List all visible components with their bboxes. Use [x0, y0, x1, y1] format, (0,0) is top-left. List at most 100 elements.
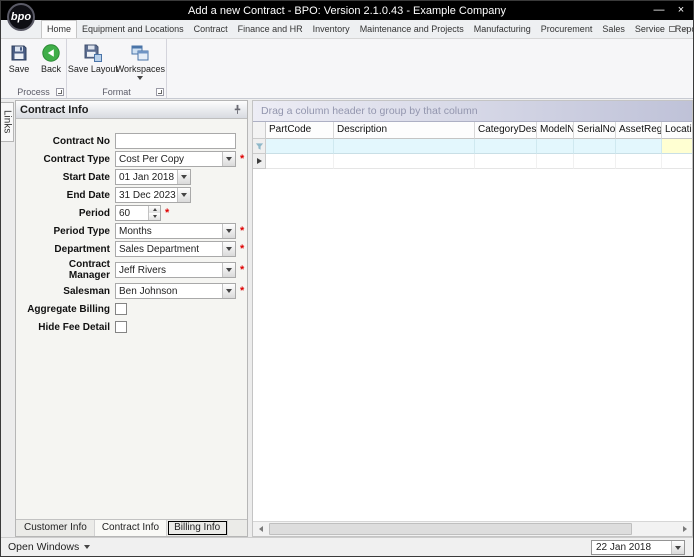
contract-type-dropdown[interactable]: Cost Per Copy	[115, 151, 236, 167]
salesman-dropdown[interactable]: Ben Johnson	[115, 283, 236, 299]
minimize-icon[interactable]: —	[653, 1, 665, 20]
restore-icon[interactable]	[668, 26, 676, 32]
start-date-value: 01 Jan 2018	[119, 171, 175, 183]
period-type-dropdown[interactable]: Months	[115, 223, 236, 239]
ribbon-minimize-icon[interactable]: –	[657, 23, 662, 35]
cell-assetregno[interactable]	[616, 154, 662, 169]
workspaces-dropdown-caret-icon	[137, 76, 144, 80]
scroll-right-icon[interactable]	[677, 522, 692, 536]
filter-cell-assetregno[interactable]	[616, 139, 662, 154]
hide-fee-detail-checkbox[interactable]	[115, 321, 127, 333]
tab-billing-info[interactable]: Billing Info	[167, 520, 229, 536]
filter-cell-partcode[interactable]	[266, 139, 334, 154]
column-header-description[interactable]: Description	[334, 122, 475, 139]
start-date-dropdown[interactable]: 01 Jan 2018	[115, 169, 191, 185]
groupby-hint: Drag a column header to group by that co…	[261, 105, 478, 117]
ribbon-tab-procurement[interactable]: Procurement	[536, 20, 598, 38]
period-label: Period	[78, 207, 110, 219]
end-date-dropdown[interactable]: 31 Dec 2023	[115, 187, 191, 203]
period-spinner[interactable]: 60	[115, 205, 161, 221]
start-date-dropdown-button[interactable]	[177, 170, 190, 184]
aggregate-billing-checkbox[interactable]	[115, 303, 127, 315]
filter-cell-categorydesc[interactable]	[475, 139, 537, 154]
grid-groupby-area[interactable]: Drag a column header to group by that co…	[253, 101, 692, 122]
ribbon-tab-manufacturing[interactable]: Manufacturing	[469, 20, 536, 38]
column-header-partcode[interactable]: PartCode	[266, 122, 334, 139]
column-header-serialno[interactable]: SerialNo	[574, 122, 616, 139]
ribbon-close-icon[interactable]: ×	[683, 23, 688, 35]
process-caption-label: Process	[17, 86, 50, 97]
filter-cell-description[interactable]	[334, 139, 475, 154]
contract-no-label: Contract No	[52, 135, 110, 147]
format-dialog-launcher-icon[interactable]	[156, 88, 164, 96]
ribbon-tab-home[interactable]: Home	[41, 20, 78, 38]
required-asterisk: *	[240, 243, 245, 255]
grid-horizontal-scrollbar[interactable]	[253, 521, 692, 536]
save-layout-button[interactable]: Save Layout	[68, 42, 118, 75]
period-spin-down-button[interactable]	[149, 213, 160, 220]
cell-description[interactable]	[334, 154, 475, 169]
back-button-label: Back	[40, 64, 61, 74]
filter-cell-location[interactable]	[662, 139, 692, 154]
contract-no-input[interactable]	[115, 133, 236, 149]
period-spin-up-button[interactable]	[149, 206, 160, 213]
workspaces-button[interactable]: Workspaces	[116, 42, 165, 81]
ribbon: Save Back Process Save Layout Workspaces…	[1, 39, 693, 99]
app-window: bpo Add a new Contract - BPO: Version 2.…	[0, 0, 694, 557]
dropdown-caret-icon	[181, 175, 187, 179]
ribbon-group-process: Save Back Process	[1, 39, 67, 98]
cell-serialno[interactable]	[574, 154, 616, 169]
period-type-label: Period Type	[53, 225, 111, 237]
field-row-period-type: Period Type Months *	[16, 223, 247, 239]
row-indicator-cell	[253, 154, 266, 169]
close-icon[interactable]: ×	[675, 1, 687, 20]
links-strip: Links	[1, 100, 15, 537]
process-dialog-launcher-icon[interactable]	[56, 88, 64, 96]
status-date-picker[interactable]: 22 Jan 2018	[591, 540, 685, 555]
contract-manager-dropdown[interactable]: Jeff Rivers	[115, 262, 236, 278]
start-date-label: Start Date	[62, 171, 110, 183]
contract-manager-dropdown-button[interactable]	[222, 263, 235, 277]
end-date-dropdown-button[interactable]	[177, 188, 190, 202]
pin-icon[interactable]	[231, 104, 243, 116]
period-value: 60	[119, 207, 131, 219]
ribbon-tab-equipment-and-locations[interactable]: Equipment and Locations	[77, 20, 189, 38]
tab-customer-info[interactable]: Customer Info	[17, 520, 95, 536]
salesman-dropdown-button[interactable]	[222, 284, 235, 298]
contract-type-dropdown-button[interactable]	[222, 152, 235, 166]
filter-cell-modelno[interactable]	[537, 139, 574, 154]
tab-contract-info[interactable]: Contract Info	[94, 520, 168, 536]
column-header-location[interactable]: Location	[662, 122, 692, 139]
ribbon-tab-finance-and-hr[interactable]: Finance and HR	[233, 20, 308, 38]
filter-cell-serialno[interactable]	[574, 139, 616, 154]
status-date-dropdown-button[interactable]	[671, 541, 684, 554]
cell-modelno[interactable]	[537, 154, 574, 169]
grid-new-row[interactable]	[253, 154, 692, 169]
scroll-left-icon[interactable]	[253, 522, 268, 536]
save-layout-icon	[83, 43, 103, 63]
department-dropdown-button[interactable]	[222, 242, 235, 256]
column-header-modelno[interactable]: ModelNo	[537, 122, 574, 139]
column-header-categorydesc[interactable]: CategoryDesc	[475, 122, 537, 139]
required-asterisk: *	[240, 264, 245, 276]
filter-icon	[255, 142, 263, 150]
ribbon-tab-sales[interactable]: Sales	[597, 20, 630, 38]
back-button[interactable]: Back	[36, 42, 66, 75]
column-header-assetregno[interactable]: AssetRegNo	[616, 122, 662, 139]
cell-location[interactable]	[662, 154, 692, 169]
links-autohide-tab[interactable]: Links	[1, 102, 14, 142]
back-icon	[41, 43, 61, 63]
salesman-label: Salesman	[63, 285, 110, 297]
cell-partcode[interactable]	[266, 154, 334, 169]
scrollbar-thumb[interactable]	[269, 523, 632, 535]
ribbon-tab-inventory[interactable]: Inventory	[308, 20, 355, 38]
department-dropdown[interactable]: Sales Department	[115, 241, 236, 257]
save-button[interactable]: Save	[4, 42, 34, 75]
field-row-department: Department Sales Department *	[16, 241, 247, 257]
ribbon-tab-maintenance-and-projects[interactable]: Maintenance and Projects	[355, 20, 469, 38]
open-windows-menu[interactable]: Open Windows	[8, 541, 91, 553]
ribbon-tab-contract[interactable]: Contract	[189, 20, 233, 38]
period-type-dropdown-button[interactable]	[222, 224, 235, 238]
cell-categorydesc[interactable]	[475, 154, 537, 169]
required-asterisk: *	[165, 207, 170, 219]
